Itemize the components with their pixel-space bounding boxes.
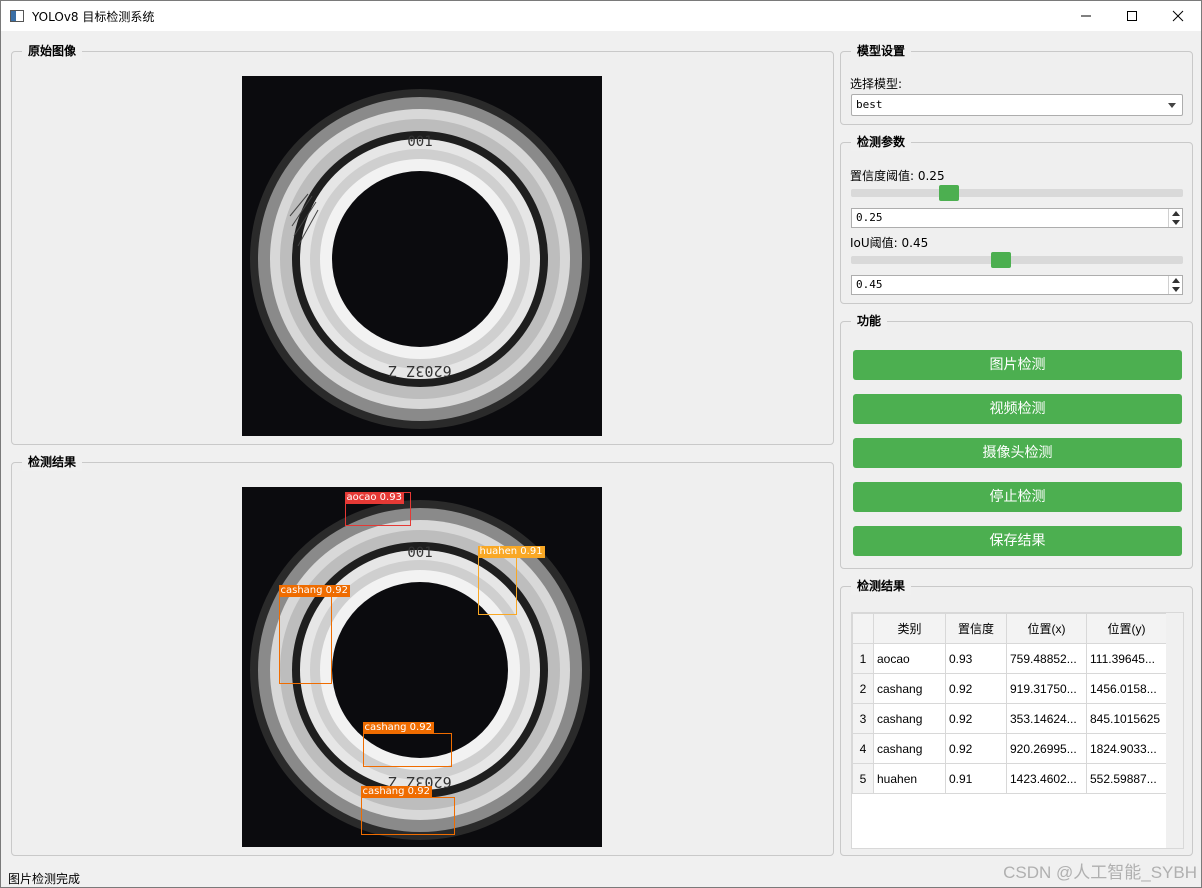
detection-params-title: 检测参数 <box>851 133 912 151</box>
close-icon <box>1172 10 1184 22</box>
result-image: 001 6203Z Z aocao 0.93 huahen 0.91 casha… <box>242 487 602 847</box>
iou-spin-buttons[interactable] <box>1168 276 1182 294</box>
row-number[interactable]: 4 <box>852 733 874 764</box>
y-cell[interactable]: 845.1015625 <box>1086 703 1167 734</box>
class-cell[interactable]: cashang <box>873 673 946 704</box>
spin-down-icon[interactable] <box>1172 287 1180 292</box>
y-cell[interactable]: 552.59887... <box>1086 763 1167 794</box>
confidence-slider[interactable] <box>851 185 1183 201</box>
functions-group: 功能 图片检测 视频检测 摄像头检测 停止检测 保存结果 <box>840 312 1193 569</box>
iou-slider-handle[interactable] <box>991 252 1011 268</box>
detection-params-group: 检测参数 置信度阈值: 0.25 0.25 IoU阈值: 0.45 0.45 <box>840 133 1193 304</box>
table-header-row: 类别 置信度 位置(x) 位置(y) <box>852 613 1167 644</box>
row-number[interactable]: 2 <box>852 673 874 704</box>
window-title: YOLOv8 目标检测系统 <box>32 9 155 24</box>
column-header[interactable]: 位置(y) <box>1086 613 1167 644</box>
confidence-cell[interactable]: 0.93 <box>945 643 1007 674</box>
iou-value: 0.45 <box>856 278 883 291</box>
svg-text:001: 001 <box>407 545 432 561</box>
results-group: 检测结果 类别 置信度 位置(x) 位置(y) 1 aocao 0.93 759… <box>840 577 1193 856</box>
x-cell[interactable]: 919.31750... <box>1006 673 1087 704</box>
original-image-group: 原始图像 001 6203Z Z <box>11 42 834 445</box>
camera-detect-button[interactable]: 摄像头检测 <box>853 438 1182 468</box>
class-cell[interactable]: aocao <box>873 643 946 674</box>
confidence-label: 置信度阈值: 0.25 <box>850 169 945 183</box>
model-settings-title: 模型设置 <box>851 42 912 60</box>
model-select[interactable]: best <box>851 94 1183 116</box>
chevron-down-icon <box>1168 103 1176 108</box>
results-title: 检测结果 <box>851 577 912 595</box>
bearing-result-image: 001 6203Z Z <box>242 487 602 847</box>
row-number[interactable]: 5 <box>852 763 874 794</box>
confidence-spin-buttons[interactable] <box>1168 209 1182 227</box>
functions-title: 功能 <box>851 312 888 330</box>
column-header[interactable]: 位置(x) <box>1006 613 1087 644</box>
results-table: 类别 置信度 位置(x) 位置(y) 1 aocao 0.93 759.4885… <box>852 613 1167 794</box>
table-row[interactable]: 5 huahen 0.91 1423.4602... 552.59887... <box>852 763 1167 794</box>
result-image-title: 检测结果 <box>22 453 83 471</box>
x-cell[interactable]: 920.26995... <box>1006 733 1087 764</box>
stop-detect-button[interactable]: 停止检测 <box>853 482 1182 512</box>
table-row[interactable]: 3 cashang 0.92 353.14624... 845.1015625 <box>852 703 1167 734</box>
confidence-value: 0.25 <box>856 211 883 224</box>
table-row[interactable]: 2 cashang 0.92 919.31750... 1456.0158... <box>852 673 1167 704</box>
bearing-image: 001 6203Z Z <box>242 76 602 436</box>
x-cell[interactable]: 1423.4602... <box>1006 763 1087 794</box>
class-cell[interactable]: huahen <box>873 763 946 794</box>
title-bar: YOLOv8 目标检测系统 <box>1 1 1201 31</box>
y-cell[interactable]: 111.39645... <box>1086 643 1167 674</box>
app-window: YOLOv8 目标检测系统 原始图像 001 6203Z Z 检测结果 001 … <box>0 0 1202 888</box>
class-cell[interactable]: cashang <box>873 733 946 764</box>
maximize-button[interactable] <box>1109 1 1155 31</box>
x-cell[interactable]: 353.14624... <box>1006 703 1087 734</box>
results-table-container: 类别 置信度 位置(x) 位置(y) 1 aocao 0.93 759.4885… <box>851 612 1184 849</box>
table-row[interactable]: 1 aocao 0.93 759.48852... 111.39645... <box>852 643 1167 674</box>
model-settings-group: 模型设置 选择模型: best <box>840 42 1193 125</box>
maximize-icon <box>1127 11 1137 21</box>
model-select-label: 选择模型: <box>850 77 903 91</box>
row-number[interactable]: 1 <box>852 643 874 674</box>
confidence-cell[interactable]: 0.91 <box>945 763 1007 794</box>
model-select-value: best <box>856 98 883 111</box>
image-detect-button[interactable]: 图片检测 <box>853 350 1182 380</box>
table-row[interactable]: 4 cashang 0.92 920.26995... 1824.9033... <box>852 733 1167 764</box>
confidence-cell[interactable]: 0.92 <box>945 733 1007 764</box>
spin-up-icon[interactable] <box>1172 278 1180 283</box>
svg-text:6203Z Z: 6203Z Z <box>388 362 451 380</box>
status-bar-text: 图片检测完成 <box>8 872 81 886</box>
y-cell[interactable]: 1456.0158... <box>1086 673 1167 704</box>
close-button[interactable] <box>1155 1 1201 31</box>
confidence-slider-handle[interactable] <box>939 185 959 201</box>
table-scrollbar[interactable] <box>1166 613 1183 848</box>
confidence-cell[interactable]: 0.92 <box>945 703 1007 734</box>
row-number[interactable]: 3 <box>852 703 874 734</box>
original-image: 001 6203Z Z <box>242 76 602 436</box>
column-header[interactable]: 类别 <box>873 613 946 644</box>
original-image-title: 原始图像 <box>22 42 83 60</box>
column-header[interactable]: 置信度 <box>945 613 1007 644</box>
iou-label: IoU阈值: 0.45 <box>850 236 929 250</box>
class-cell[interactable]: cashang <box>873 703 946 734</box>
svg-text:6203Z Z: 6203Z Z <box>388 773 451 791</box>
app-icon <box>10 10 24 22</box>
y-cell[interactable]: 1824.9033... <box>1086 733 1167 764</box>
iou-spinbox[interactable]: 0.45 <box>851 275 1183 295</box>
minimize-button[interactable] <box>1063 1 1109 31</box>
save-results-button[interactable]: 保存结果 <box>853 526 1182 556</box>
confidence-spinbox[interactable]: 0.25 <box>851 208 1183 228</box>
watermark: CSDN @人工智能_SYBH <box>1003 863 1197 882</box>
result-image-group: 检测结果 001 6203Z Z aocao 0.93 huahen 0.91 … <box>11 453 834 856</box>
video-detect-button[interactable]: 视频检测 <box>853 394 1182 424</box>
svg-text:001: 001 <box>407 134 432 150</box>
corner-header[interactable] <box>852 613 874 644</box>
minimize-icon <box>1081 15 1091 17</box>
spin-up-icon[interactable] <box>1172 211 1180 216</box>
x-cell[interactable]: 759.48852... <box>1006 643 1087 674</box>
iou-slider[interactable] <box>851 252 1183 268</box>
window-controls <box>1063 1 1201 31</box>
confidence-cell[interactable]: 0.92 <box>945 673 1007 704</box>
spin-down-icon[interactable] <box>1172 220 1180 225</box>
